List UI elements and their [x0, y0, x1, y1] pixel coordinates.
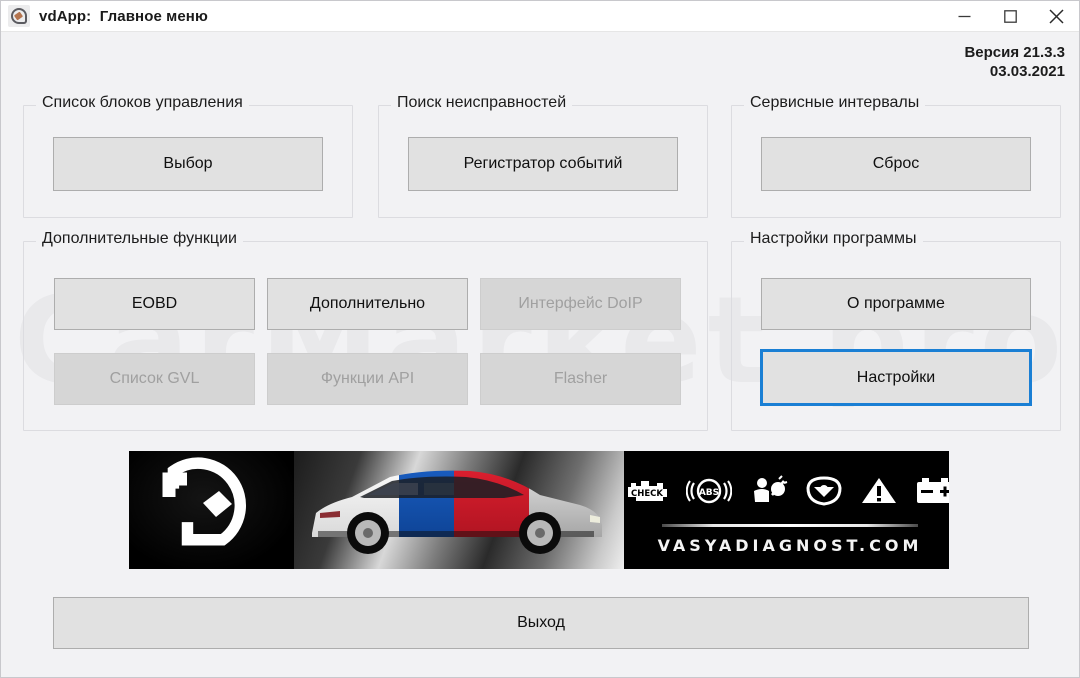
warning-icon-row: CHECK ABS [624, 469, 949, 513]
banner-website-url: VASYADIAGNOST.COM [657, 536, 923, 555]
close-button[interactable] [1033, 1, 1079, 32]
vdapp-logo-icon [8, 5, 30, 27]
group-extra-functions: Дополнительные функции EOBD Дополнительн… [23, 230, 708, 431]
group-program-settings: Настройки программы О программе Настройк… [731, 230, 1061, 431]
vasyadiagnost-banner: CHECK ABS VASYADIAGNOST.COM [129, 451, 949, 569]
api-functions-button: Функции API [267, 353, 468, 405]
version-number: Версия 21.3.3 [964, 44, 1065, 61]
svg-text:ABS: ABS [699, 488, 719, 498]
group-fault-search: Поиск неисправностей Регистратор событий [378, 94, 708, 218]
minimize-button[interactable] [941, 1, 987, 32]
gvl-list-button: Список GVL [54, 353, 255, 405]
airbag-icon [754, 475, 788, 502]
settings-button[interactable]: Настройки [760, 349, 1032, 406]
steering-wheel-icon [806, 476, 842, 506]
battery-icon [917, 478, 949, 503]
advanced-button[interactable]: Дополнительно [267, 278, 468, 330]
group-control-units-title: Список блоков управления [36, 94, 249, 112]
flasher-button: Flasher [480, 353, 681, 405]
warning-triangle-icon [862, 478, 896, 503]
main-window: vdApp: Главное меню CarMarket.pro Версия… [0, 0, 1080, 678]
group-fault-search-title: Поиск неисправностей [391, 94, 573, 112]
group-service-intervals: Сервисные интервалы Сброс [731, 94, 1061, 218]
service-reset-button[interactable]: Сброс [761, 137, 1031, 191]
title-bar: vdApp: Главное меню [1, 1, 1079, 32]
group-service-intervals-title: Сервисные интервалы [744, 94, 926, 112]
exit-button[interactable]: Выход [53, 597, 1029, 649]
abs-icon: ABS [686, 478, 732, 504]
doip-interface-button: Интерфейс DoIP [480, 278, 681, 330]
version-info: Версия 21.3.3 03.03.2021 [964, 43, 1065, 81]
car-photo [294, 451, 624, 569]
about-button[interactable]: О программе [761, 278, 1031, 330]
vasya-diagnost-logo-icon [129, 451, 294, 569]
svg-text:CHECK: CHECK [631, 489, 663, 499]
eobd-button[interactable]: EOBD [54, 278, 255, 330]
group-program-settings-title: Настройки программы [744, 230, 923, 248]
window-controls [941, 1, 1079, 32]
banner-divider [662, 524, 918, 527]
event-logger-button[interactable]: Регистратор событий [408, 137, 678, 191]
group-control-units: Список блоков управления Выбор [23, 94, 353, 218]
maximize-button[interactable] [987, 1, 1033, 32]
version-date: 03.03.2021 [989, 63, 1065, 80]
group-extra-functions-title: Дополнительные функции [36, 230, 243, 248]
warning-lights-strip: CHECK ABS VASYADIAGNOST.COM [624, 451, 949, 569]
check-engine-icon: CHECK [628, 481, 667, 501]
window-title: vdApp: Главное меню [39, 7, 208, 25]
select-control-unit-button[interactable]: Выбор [53, 137, 323, 191]
